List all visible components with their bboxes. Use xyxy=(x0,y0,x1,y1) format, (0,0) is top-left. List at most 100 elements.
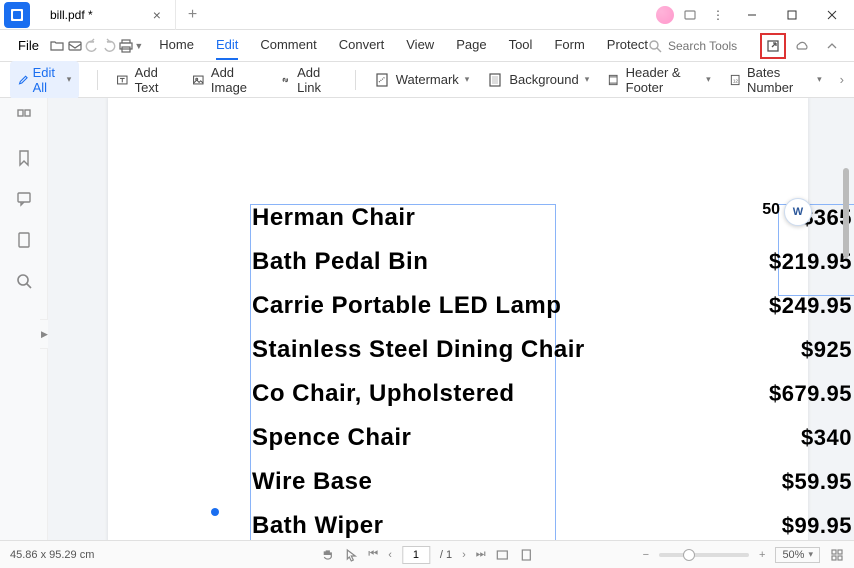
tab-form[interactable]: Form xyxy=(554,31,584,60)
tab-page[interactable]: Page xyxy=(456,31,486,60)
zoom-slider-thumb[interactable] xyxy=(683,549,695,561)
add-text-button[interactable]: Add Text xyxy=(116,65,174,95)
selection-handle[interactable] xyxy=(211,508,219,516)
new-tab-button[interactable]: + xyxy=(176,6,209,24)
document-tab[interactable]: bill.pdf * × xyxy=(34,0,176,30)
close-tab-icon[interactable]: × xyxy=(153,7,161,23)
tab-protect[interactable]: Protect xyxy=(607,31,648,60)
divider xyxy=(355,70,356,90)
text-icon xyxy=(116,72,129,88)
vertical-scrollbar[interactable] xyxy=(838,98,854,540)
menu-bar: File ▼ Home Edit Comment Convert View Pa… xyxy=(0,30,854,62)
search-icon xyxy=(648,39,662,53)
item-row[interactable]: Stainless Steel Dining Chair$925 xyxy=(252,336,852,364)
item-row[interactable]: Bath Pedal Bin$219.95 xyxy=(252,248,852,276)
tab-edit[interactable]: Edit xyxy=(216,31,238,60)
tab-title: bill.pdf * xyxy=(50,8,93,22)
bates-number-button[interactable]: 12 Bates Number▾ xyxy=(729,65,822,95)
last-page-icon[interactable]: ⏭ xyxy=(476,548,486,561)
zoom-slider[interactable] xyxy=(659,553,749,557)
collapse-ribbon-icon[interactable] xyxy=(818,32,846,60)
item-row[interactable]: Wire Base$59.95 xyxy=(252,468,852,496)
link-icon xyxy=(279,72,292,88)
pencil-icon xyxy=(18,73,29,87)
header-footer-button[interactable]: Header & Footer▾ xyxy=(607,65,710,95)
close-window-button[interactable] xyxy=(814,0,850,30)
toolbar-overflow-icon[interactable]: › xyxy=(840,72,844,87)
notification-icon[interactable] xyxy=(678,3,702,27)
search-input[interactable] xyxy=(668,39,748,53)
item-name: Wire Base xyxy=(252,468,372,496)
undo-icon[interactable] xyxy=(83,32,100,60)
user-avatar[interactable] xyxy=(656,6,674,24)
status-bar: 45.86 x 95.29 cm ⏮ ‹ / 1 › ⏭ − + 50%▾ xyxy=(0,540,854,568)
print-icon[interactable] xyxy=(117,32,134,60)
tab-tool[interactable]: Tool xyxy=(509,31,533,60)
panel-search-icon[interactable] xyxy=(15,272,33,295)
bates-icon: 12 xyxy=(729,72,741,88)
header-footer-icon xyxy=(607,72,619,88)
page-dimensions: 45.86 x 95.29 cm xyxy=(10,549,94,561)
app-logo xyxy=(4,2,30,28)
hand-tool-icon[interactable] xyxy=(320,548,334,562)
word-export-badge[interactable]: W xyxy=(784,198,812,226)
watermark-button[interactable]: Watermark▾ xyxy=(374,72,470,88)
comments-icon[interactable] xyxy=(15,190,33,213)
add-image-button[interactable]: Add Image xyxy=(192,65,260,95)
cloud-icon[interactable] xyxy=(788,32,816,60)
first-page-icon[interactable]: ⏮ xyxy=(368,548,378,561)
fullscreen-icon[interactable] xyxy=(830,548,844,562)
overlay-value: 50 xyxy=(762,201,780,219)
item-name: Herman Chair xyxy=(252,204,415,232)
image-icon xyxy=(192,72,205,88)
redo-icon[interactable] xyxy=(100,32,117,60)
item-name: Co Chair, Upholstered xyxy=(252,380,515,408)
tab-comment[interactable]: Comment xyxy=(260,31,316,60)
file-menu[interactable]: File xyxy=(8,38,49,53)
tab-view[interactable]: View xyxy=(406,31,434,60)
item-name: Spence Chair xyxy=(252,424,411,452)
edit-all-button[interactable]: Edit All ▾ xyxy=(10,61,79,99)
item-row[interactable]: Bath Wiper$99.95 xyxy=(252,512,852,540)
save-icon[interactable] xyxy=(66,32,83,60)
document-canvas[interactable]: Herman Chair$365Bath Pedal Bin$219.95Car… xyxy=(48,98,854,540)
search-tools[interactable] xyxy=(648,39,748,53)
main-area: ▶ Herman Chair$365Bath Pedal Bin$219.95C… xyxy=(0,98,854,540)
bookmarks-icon[interactable] xyxy=(15,149,33,172)
more-icon[interactable]: ⋮ xyxy=(706,3,730,27)
divider xyxy=(97,70,98,90)
minimize-button[interactable] xyxy=(734,0,770,30)
next-page-icon[interactable]: › xyxy=(462,549,466,561)
item-row[interactable]: Spence Chair$340 xyxy=(252,424,852,452)
tab-convert[interactable]: Convert xyxy=(339,31,385,60)
zoom-out-icon[interactable]: − xyxy=(643,549,649,561)
open-icon[interactable] xyxy=(49,32,66,60)
tab-home[interactable]: Home xyxy=(159,31,194,60)
scrollbar-thumb[interactable] xyxy=(843,168,849,258)
edit-toolbar: Edit All ▾ Add Text Add Image Add Link W… xyxy=(0,62,854,98)
pdf-page: Herman Chair$365Bath Pedal Bin$219.95Car… xyxy=(108,98,808,540)
item-row[interactable]: Carrie Portable LED Lamp$249.95 xyxy=(252,292,852,320)
attachments-icon[interactable] xyxy=(15,231,33,254)
prev-page-icon[interactable]: ‹ xyxy=(388,549,392,561)
zoom-value[interactable]: 50%▾ xyxy=(775,547,820,563)
maximize-button[interactable] xyxy=(774,0,810,30)
select-tool-icon[interactable] xyxy=(344,548,358,562)
item-row[interactable]: Co Chair, Upholstered$679.95 xyxy=(252,380,852,408)
thumbnails-icon[interactable] xyxy=(15,108,33,131)
fit-page-icon[interactable] xyxy=(520,548,534,562)
item-name: Bath Pedal Bin xyxy=(252,248,428,276)
add-link-button[interactable]: Add Link xyxy=(279,65,337,95)
share-button[interactable] xyxy=(760,33,786,59)
item-name: Carrie Portable LED Lamp xyxy=(252,292,561,320)
zoom-in-icon[interactable]: + xyxy=(759,549,765,561)
background-button[interactable]: Background▾ xyxy=(487,72,589,88)
fit-width-icon[interactable] xyxy=(496,548,510,562)
svg-text:12: 12 xyxy=(733,78,739,83)
item-name: Stainless Steel Dining Chair xyxy=(252,336,585,364)
item-name: Bath Wiper xyxy=(252,512,383,540)
page-total: / 1 xyxy=(440,549,452,561)
page-number-input[interactable] xyxy=(402,546,430,564)
more-menu-caret[interactable]: ▼ xyxy=(134,41,143,51)
watermark-icon xyxy=(374,72,390,88)
